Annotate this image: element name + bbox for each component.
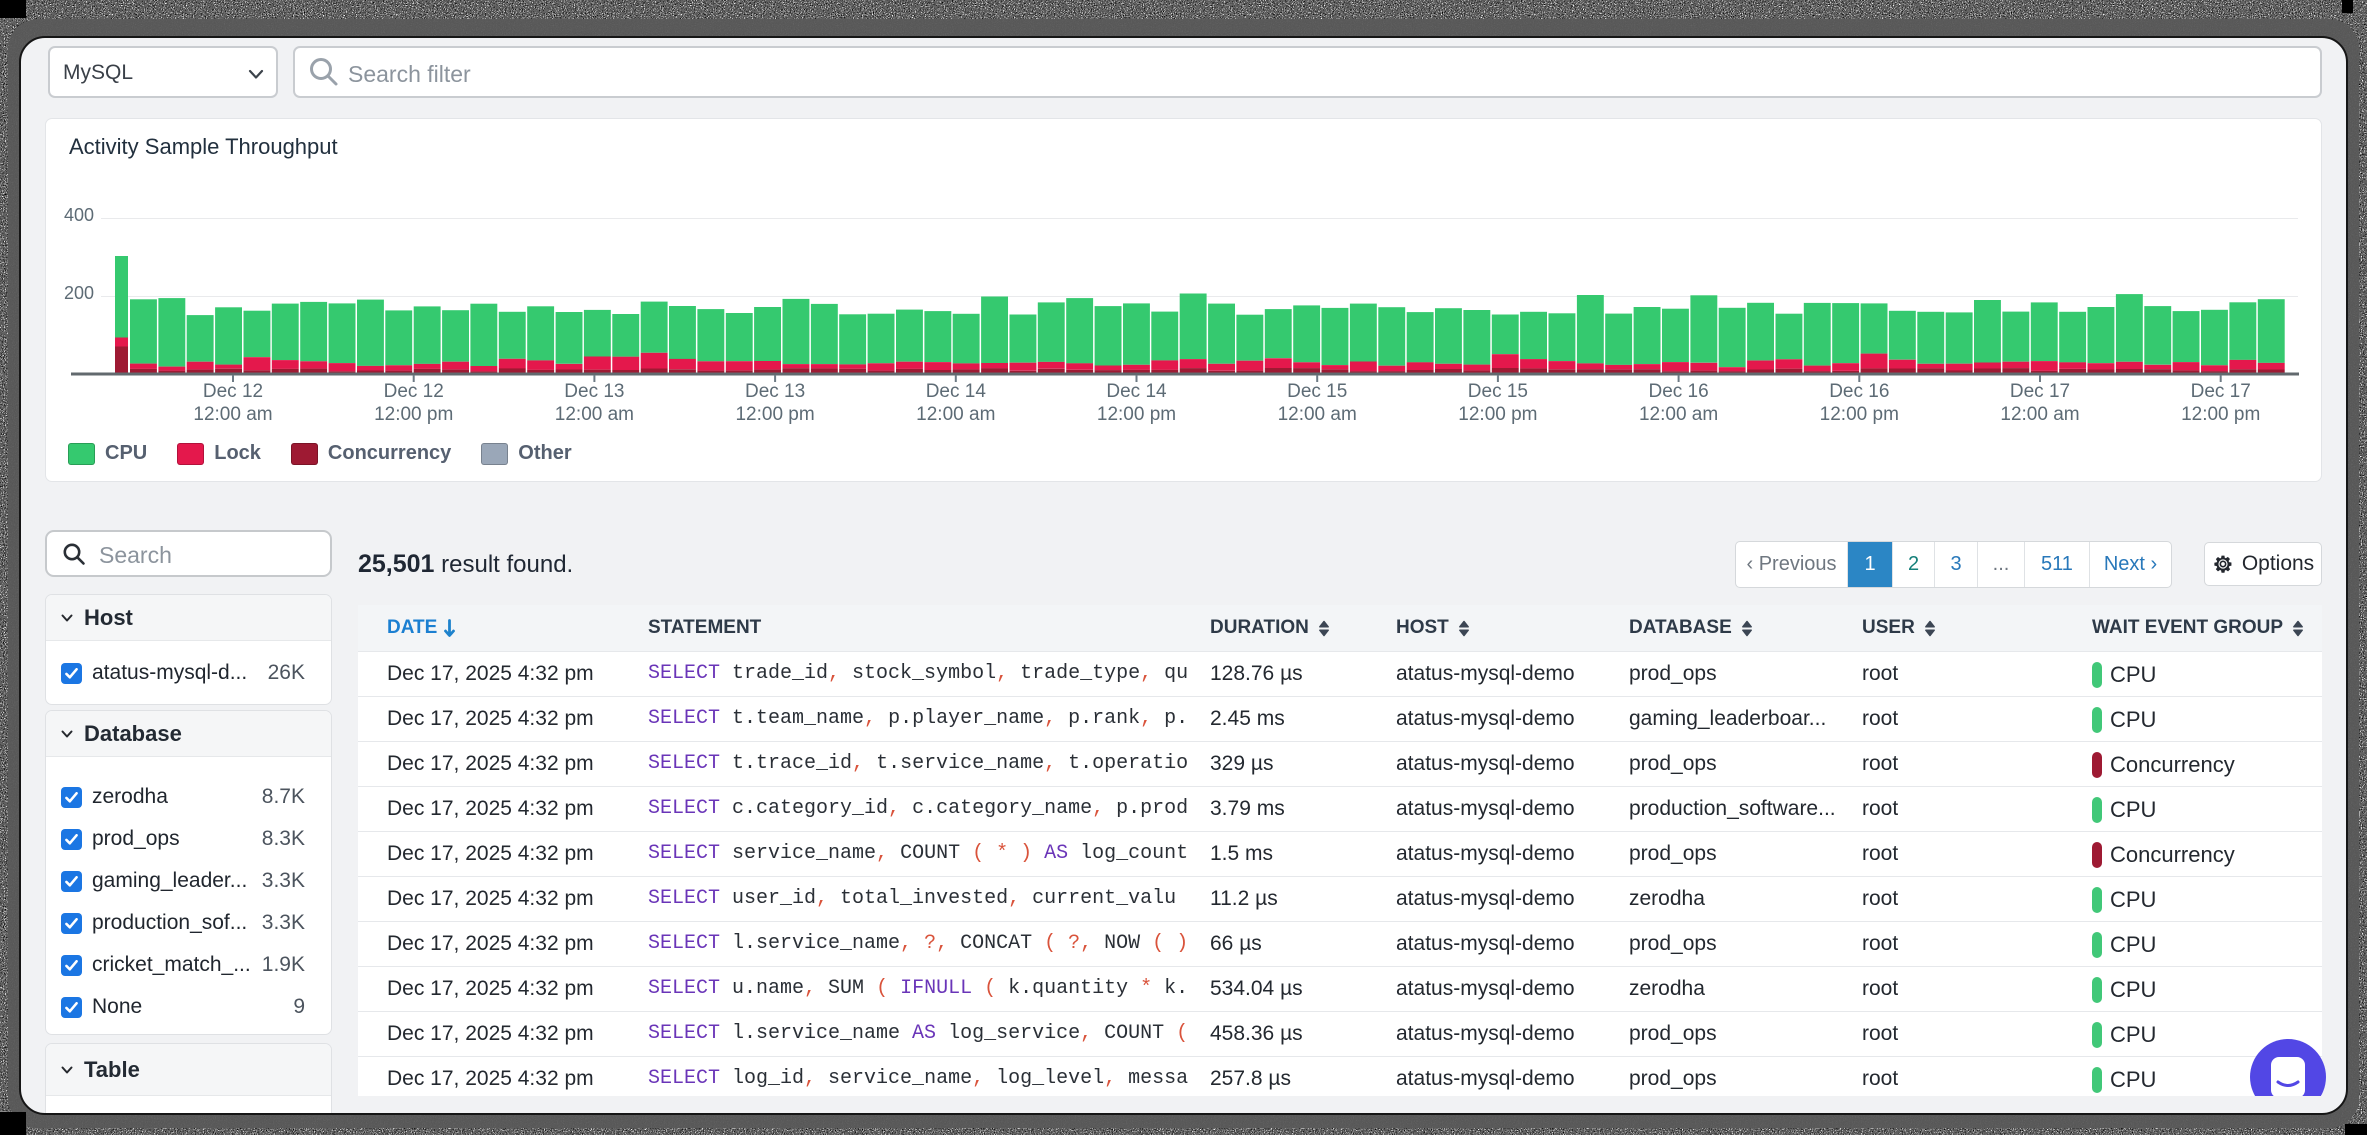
svg-text:Dec 13: Dec 13 (564, 381, 624, 402)
svg-text:Dec 13: Dec 13 (745, 381, 805, 402)
svg-text:200: 200 (64, 283, 94, 303)
svg-text:Dec 12: Dec 12 (203, 381, 263, 402)
svg-text:12:00 pm: 12:00 pm (2181, 404, 2260, 425)
svg-text:Dec 17: Dec 17 (2191, 381, 2251, 402)
svg-text:Dec 14: Dec 14 (926, 381, 987, 402)
svg-text:Dec 16: Dec 16 (1648, 381, 1708, 402)
svg-text:12:00 am: 12:00 am (1639, 404, 1718, 425)
svg-text:12:00 am: 12:00 am (555, 404, 634, 425)
svg-text:12:00 pm: 12:00 pm (1097, 404, 1176, 425)
svg-text:12:00 am: 12:00 am (1278, 404, 1357, 425)
svg-text:12:00 pm: 12:00 pm (374, 404, 453, 425)
svg-text:12:00 am: 12:00 am (2000, 404, 2079, 425)
svg-text:12:00 pm: 12:00 pm (1820, 404, 1899, 425)
svg-text:400: 400 (64, 205, 94, 225)
svg-text:12:00 am: 12:00 am (916, 404, 995, 425)
svg-text:12:00 pm: 12:00 pm (735, 404, 814, 425)
svg-text:Dec 15: Dec 15 (1468, 381, 1528, 402)
svg-text:Dec 16: Dec 16 (1829, 381, 1889, 402)
svg-text:12:00 am: 12:00 am (193, 404, 272, 425)
svg-text:Dec 17: Dec 17 (2010, 381, 2070, 402)
svg-text:Dec 12: Dec 12 (384, 381, 444, 402)
svg-text:Dec 15: Dec 15 (1287, 381, 1347, 402)
svg-text:Dec 14: Dec 14 (1106, 381, 1167, 402)
svg-text:12:00 pm: 12:00 pm (1458, 404, 1537, 425)
